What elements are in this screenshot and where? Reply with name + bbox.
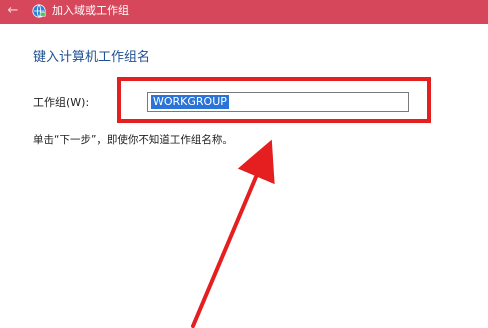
instruction-text: 单击“下一步”，即使你不知道工作组名称。 xyxy=(33,134,233,146)
workgroup-label: 工作组(W): xyxy=(33,96,90,109)
back-arrow-icon[interactable]: ← xyxy=(4,2,22,20)
workgroup-value[interactable]: WORKGROUP xyxy=(151,95,229,109)
page-title: 键入计算机工作组名 xyxy=(33,50,151,65)
window-title: 加入域或工作组 xyxy=(52,4,129,17)
workgroup-input[interactable]: WORKGROUP xyxy=(147,92,409,112)
title-bar: ← 加入域或工作组 xyxy=(0,0,488,24)
join-domain-or-workgroup-window: ← 加入域或工作组 键入计算机工作组名 工作组(W): WORKGROUP 单击… xyxy=(0,0,488,328)
network-globe-icon xyxy=(32,4,46,18)
